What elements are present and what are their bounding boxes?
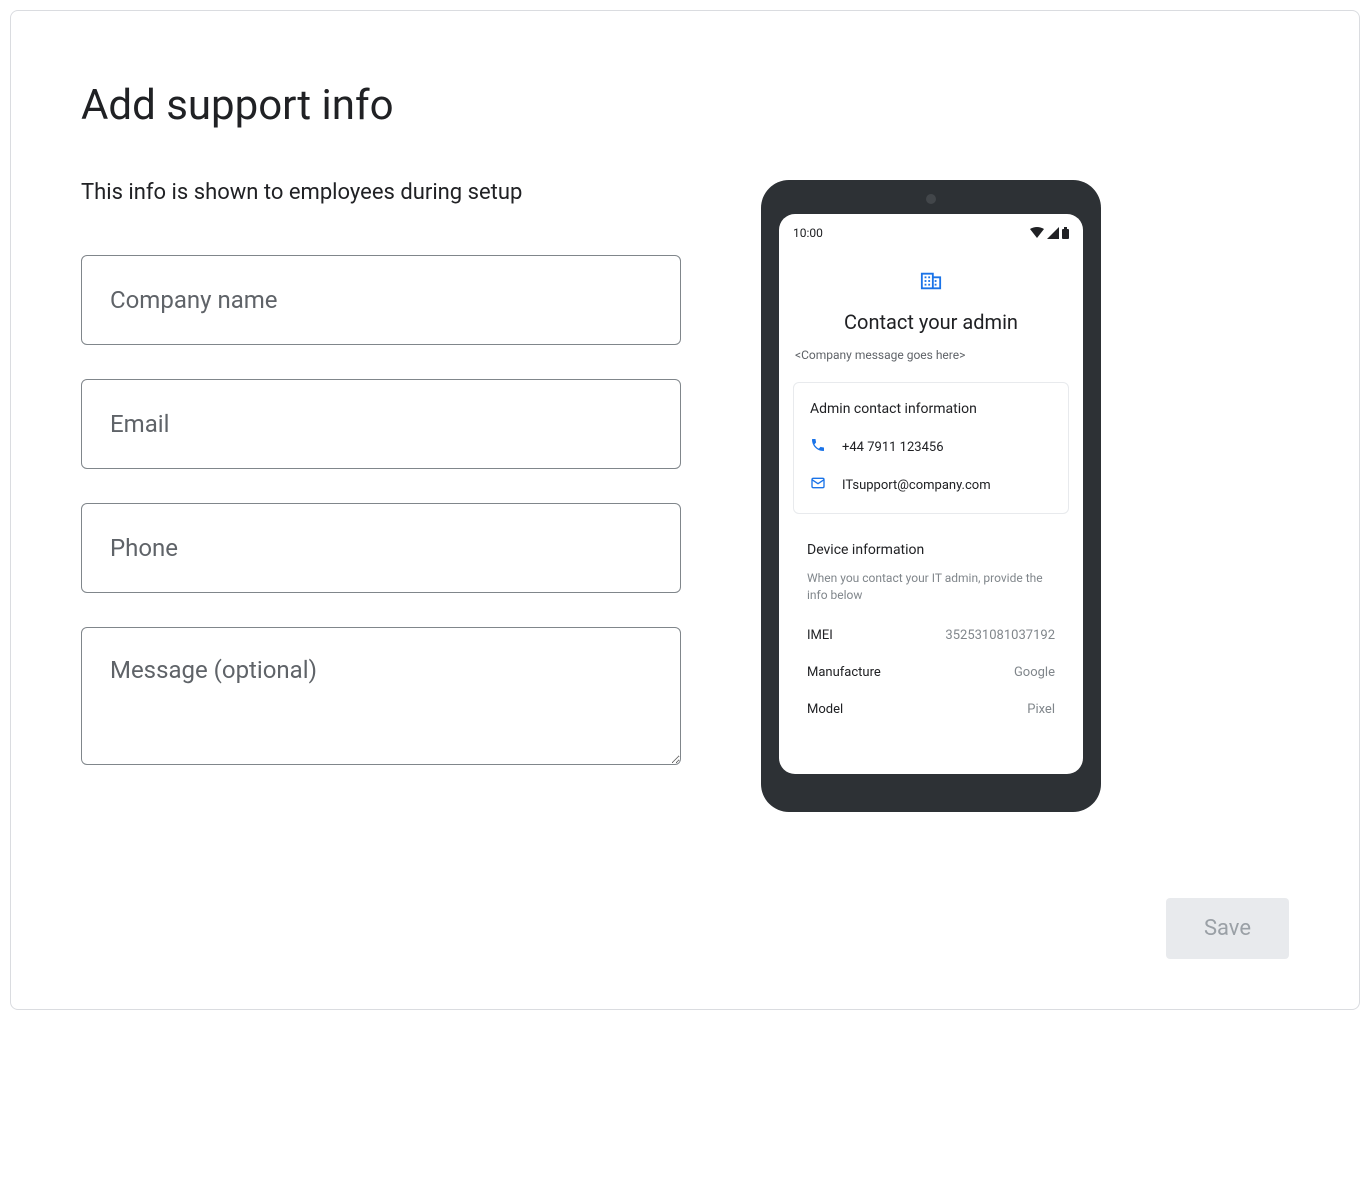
preview-heading: Contact your admin (793, 310, 1069, 334)
phone-screen: 10:00 (779, 214, 1083, 774)
form-section: This info is shown to employees during s… (81, 180, 681, 803)
page-container: Add support info This info is shown to e… (10, 10, 1360, 1010)
status-icons (1030, 227, 1069, 239)
model-value: Pixel (1027, 702, 1055, 717)
device-info-subtitle: When you contact your IT admin, provide … (807, 570, 1055, 604)
status-bar: 10:00 (793, 226, 1069, 240)
status-time: 10:00 (793, 226, 823, 240)
phone-camera-icon (926, 194, 936, 204)
device-row-manufacture: Manufacture Google (807, 665, 1055, 680)
page-subtitle: This info is shown to employees during s… (81, 180, 681, 205)
device-info-section: Device information When you contact your… (793, 542, 1069, 717)
message-textarea[interactable] (81, 627, 681, 765)
contact-phone-value: +44 7911 123456 (842, 440, 944, 455)
preview-company-message: <Company message goes here> (793, 348, 1069, 362)
model-label: Model (807, 702, 843, 717)
page-title: Add support info (81, 81, 1289, 130)
device-row-model: Model Pixel (807, 702, 1055, 717)
phone-icon (810, 437, 826, 457)
building-icon (920, 270, 942, 296)
battery-icon (1062, 227, 1069, 239)
phone-frame: 10:00 (761, 180, 1101, 812)
admin-card-title: Admin contact information (810, 401, 1052, 417)
phone-content: Contact your admin <Company message goes… (793, 270, 1069, 717)
contact-email-value: ITsupport@company.com (842, 478, 991, 493)
email-icon (810, 475, 826, 495)
device-row-imei: IMEI 352531081037192 (807, 628, 1055, 643)
save-button[interactable]: Save (1166, 898, 1289, 959)
phone-input[interactable] (81, 503, 681, 593)
device-info-title: Device information (807, 542, 1055, 558)
company-name-input[interactable] (81, 255, 681, 345)
imei-label: IMEI (807, 628, 833, 643)
manufacture-value: Google (1014, 665, 1055, 680)
admin-contact-card: Admin contact information +44 7911 12345… (793, 382, 1069, 514)
phone-preview: 10:00 (761, 180, 1101, 812)
manufacture-label: Manufacture (807, 665, 881, 680)
wifi-icon (1030, 227, 1044, 239)
contact-phone-row: +44 7911 123456 (810, 437, 1052, 457)
main-content: This info is shown to employees during s… (81, 180, 1289, 812)
email-input[interactable] (81, 379, 681, 469)
imei-value: 352531081037192 (945, 628, 1055, 643)
contact-email-row: ITsupport@company.com (810, 475, 1052, 495)
signal-icon (1047, 227, 1059, 239)
